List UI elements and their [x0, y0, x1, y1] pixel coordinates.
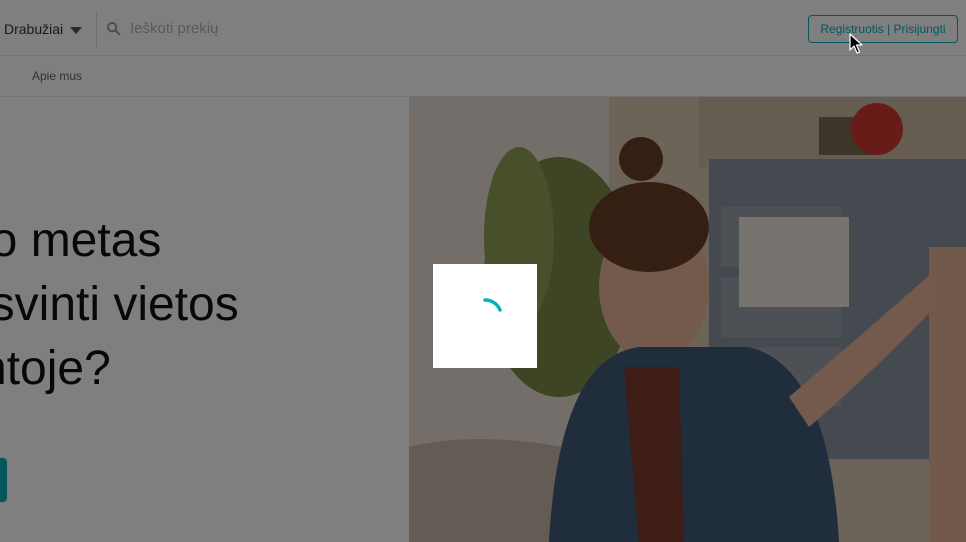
mouse-cursor-icon [849, 33, 863, 54]
loading-dialog [433, 264, 537, 368]
loading-spinner-icon [483, 298, 502, 312]
